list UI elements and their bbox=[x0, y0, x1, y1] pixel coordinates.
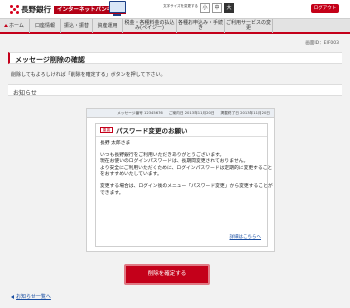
notice-meta: メッセージ番号 12345676 ご案内日 2013年11月20日 掲載終了日 … bbox=[87, 109, 274, 118]
computer-icon bbox=[109, 1, 126, 16]
message-number: メッセージ番号 12345676 bbox=[117, 110, 163, 115]
notice-title: パスワード変更のお願い bbox=[116, 127, 188, 135]
notice-line: できます。 bbox=[100, 190, 124, 196]
recipient-name: 長野 太郎さま bbox=[100, 141, 131, 146]
notice-line: をおすすめいたしています。 bbox=[100, 172, 162, 178]
importance-badge: 重要 bbox=[100, 127, 113, 133]
font-size-small-button[interactable]: 小 bbox=[200, 3, 210, 13]
nav-item-service-change[interactable]: ご利用サービスの変更 bbox=[225, 19, 273, 33]
page-title: メッセージ削除の確認 bbox=[15, 56, 85, 64]
bank-logo-icon bbox=[10, 5, 19, 14]
page-title-bar: メッセージ削除の確認 bbox=[8, 52, 342, 64]
posted-date: ご案内日 2013年11月20日 bbox=[168, 110, 215, 115]
nav-item-applications[interactable]: 各種お申込み・手続き bbox=[177, 19, 225, 33]
nav-item-asset-management[interactable]: 資産運用 bbox=[93, 19, 123, 33]
nav-item-pay-easy[interactable]: 税金・各種料金の払込み(ペイジー) bbox=[123, 19, 177, 33]
confirm-delete-button[interactable]: 削除を確定する bbox=[124, 264, 210, 285]
section-title: お知らせ bbox=[13, 90, 37, 97]
section-header: お知らせ bbox=[8, 84, 342, 97]
expiry-date: 掲載終了日 2013年11月20日 bbox=[220, 110, 270, 115]
back-to-notices-link[interactable]: お知らせ一覧へ bbox=[11, 293, 51, 300]
nav-item-home[interactable]: ホーム bbox=[0, 19, 30, 33]
notice-body: 長野 太郎さま いつも長野銀行をご利用いただきありがとうございます。 現在お使い… bbox=[96, 137, 273, 197]
font-size-large-button[interactable]: 大 bbox=[224, 3, 234, 13]
notice-line: 変更する場合は、ログイン後のメニュー「パスワード変更」から変更することが bbox=[100, 183, 273, 189]
instruction-text: 削除してもよろしければ「削除を確定する」ボタンを押して下さい。 bbox=[11, 72, 166, 78]
header-bar: 長野銀行 インターネットバンキング 文字サイズを変更する 小 中 大 ログアウト bbox=[0, 0, 350, 18]
font-size-medium-button[interactable]: 中 bbox=[212, 3, 222, 13]
bank-name: 長野銀行 bbox=[21, 5, 51, 14]
notice-card: 重要 パスワード変更のお願い 長野 太郎さま いつも長野銀行をご利用いただきあり… bbox=[95, 123, 273, 247]
textsize-label: 文字サイズを変更する bbox=[163, 4, 198, 8]
notice-line: 現在お使いのログインパスワードは、長期間変更されておりません。 bbox=[100, 159, 249, 165]
nav-item-label: ホーム bbox=[9, 22, 24, 29]
back-link-label: お知らせ一覧へ bbox=[16, 294, 51, 300]
home-icon bbox=[4, 23, 8, 27]
notice-header: 重要 パスワード変更のお願い bbox=[96, 124, 267, 137]
nav-item-account-info[interactable]: 口座情報 bbox=[30, 19, 61, 33]
back-arrow-icon bbox=[11, 294, 14, 299]
screen-id: 画面ID：EIF003 bbox=[305, 41, 339, 46]
detail-link[interactable]: 詳細はこちらへ bbox=[230, 234, 262, 240]
notice-panel: メッセージ番号 12345676 ご案内日 2013年11月20日 掲載終了日 … bbox=[86, 108, 275, 252]
main-nav: ホーム 口座情報 振込・振替 資産運用 税金・各種料金の払込み(ペイジー) 各種… bbox=[0, 18, 350, 34]
logout-button[interactable]: ログアウト bbox=[311, 4, 339, 13]
nav-item-transfer[interactable]: 振込・振替 bbox=[61, 19, 93, 33]
